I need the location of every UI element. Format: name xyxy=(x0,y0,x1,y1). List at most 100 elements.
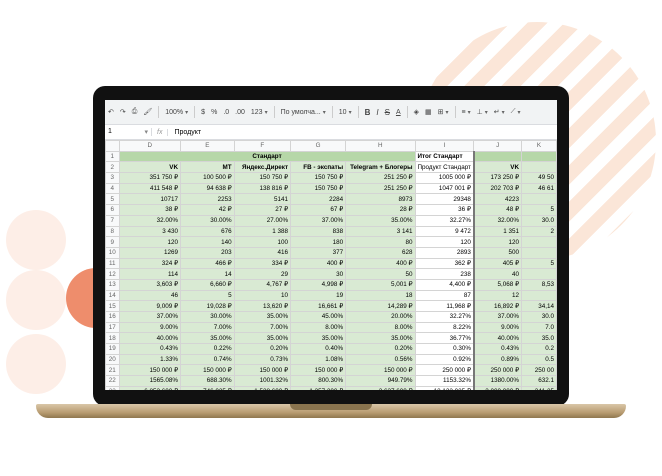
cell[interactable]: 250 00 xyxy=(521,364,557,377)
cell[interactable]: 746,025 ₽ xyxy=(180,385,235,390)
cell[interactable]: 8973 xyxy=(345,193,416,206)
cell[interactable]: 28 ₽ xyxy=(345,204,416,216)
cell[interactable]: 35.00% xyxy=(290,332,347,345)
cell[interactable] xyxy=(521,161,557,174)
column-header[interactable]: E xyxy=(180,140,235,152)
row-number[interactable]: 19 xyxy=(105,343,120,355)
cell[interactable]: 3,000,000 ₽ xyxy=(473,385,523,390)
cell[interactable]: 3 430 xyxy=(118,225,182,238)
cell[interactable]: 1269 xyxy=(118,246,182,259)
cell[interactable]: 120 xyxy=(118,236,182,248)
cell[interactable]: 120 xyxy=(414,236,475,248)
column-header[interactable]: F xyxy=(233,140,292,152)
cell[interactable]: 8.22% xyxy=(414,321,475,334)
cell[interactable]: 5 xyxy=(180,289,235,302)
undo-icon[interactable]: ↶ xyxy=(105,108,117,116)
cell[interactable]: 688.30% xyxy=(180,375,235,387)
cell[interactable]: 11,968 ₽ xyxy=(414,300,475,312)
cell[interactable]: 628 xyxy=(345,246,416,259)
cell[interactable]: 30 xyxy=(290,268,347,280)
cell[interactable]: 32.00% xyxy=(118,214,182,227)
cell[interactable]: 2284 xyxy=(290,193,347,206)
cell[interactable]: 40 xyxy=(473,268,523,280)
cell[interactable]: 1,528,600 ₽ xyxy=(233,385,292,390)
row-number[interactable]: 2 xyxy=(105,161,120,174)
row-number[interactable]: 5 xyxy=(105,193,120,206)
cell[interactable]: 14,289 ₽ xyxy=(345,300,416,312)
redo-icon[interactable]: ↷ xyxy=(117,108,129,116)
row-number[interactable]: 3 xyxy=(105,172,120,184)
row-number[interactable]: 12 xyxy=(105,268,120,280)
cell[interactable]: 632.1 xyxy=(521,375,557,387)
row-number[interactable]: 22 xyxy=(105,375,120,387)
cell[interactable]: 9.00% xyxy=(473,321,523,334)
cell[interactable]: Продукт Стандарт xyxy=(414,161,475,174)
increase-decimal-button[interactable]: .00 xyxy=(232,109,248,116)
row-number[interactable]: 17 xyxy=(105,321,120,334)
cell[interactable]: 35.00% xyxy=(345,214,416,227)
cell[interactable]: MT xyxy=(180,161,235,174)
cell[interactable]: 27 ₽ xyxy=(233,204,292,216)
cell[interactable] xyxy=(521,246,557,259)
cell[interactable]: 20.00% xyxy=(345,311,416,323)
cell[interactable]: 416 xyxy=(233,246,292,259)
cell[interactable]: 1001.32% xyxy=(233,375,292,387)
cell-total-standard[interactable]: Итог Стандарт xyxy=(414,150,475,163)
cell[interactable]: 202 703 ₽ xyxy=(473,182,523,195)
cell[interactable]: 87 xyxy=(414,289,475,302)
cell[interactable]: 400 ₽ xyxy=(345,257,416,270)
cell[interactable]: 40.00% xyxy=(473,332,523,345)
cell[interactable]: 150 000 ₽ xyxy=(290,364,347,377)
cell-reference[interactable]: 1 ▾ xyxy=(105,128,152,136)
row-number[interactable]: 4 xyxy=(105,182,120,195)
cell[interactable]: VK xyxy=(473,161,523,174)
cell[interactable]: 13,122,025 ₽ xyxy=(414,385,475,390)
align-horizontal-icon[interactable]: ≡ xyxy=(459,109,474,116)
cell[interactable]: 251 250 ₽ xyxy=(345,182,416,195)
cell[interactable] xyxy=(521,268,557,280)
column-header[interactable]: D xyxy=(118,140,182,152)
row-number[interactable]: 7 xyxy=(105,214,120,227)
cell[interactable]: 14 xyxy=(180,268,235,280)
cell[interactable]: 377 xyxy=(290,246,347,259)
cell[interactable]: 150 000 ₽ xyxy=(233,364,292,377)
row-number[interactable]: 1 xyxy=(105,150,120,163)
cell[interactable]: 500 xyxy=(473,246,523,259)
row-number[interactable]: 6 xyxy=(105,204,120,216)
strikethrough-button[interactable]: S xyxy=(382,108,393,117)
cell[interactable]: 150 000 ₽ xyxy=(345,364,416,377)
font-select[interactable]: По умолча... xyxy=(278,109,329,116)
text-wrap-icon[interactable]: ↵ xyxy=(491,108,508,116)
formula-input[interactable]: Продукт xyxy=(168,129,201,136)
cell[interactable] xyxy=(521,289,557,302)
row-number[interactable]: 23 xyxy=(105,385,120,390)
cell[interactable]: 32.27% xyxy=(414,311,475,323)
print-icon[interactable]: ⎙ xyxy=(129,108,141,116)
decrease-decimal-button[interactable]: .0 xyxy=(220,109,232,116)
cell[interactable]: 0.2 xyxy=(521,343,557,355)
cell[interactable]: 45.00% xyxy=(290,311,347,323)
row-number[interactable]: 21 xyxy=(105,364,120,377)
cell[interactable]: 120 xyxy=(473,236,523,248)
cell[interactable]: 37.00% xyxy=(473,311,523,323)
cell[interactable]: 94 638 ₽ xyxy=(180,182,235,195)
cell[interactable]: 238 xyxy=(414,268,475,280)
zoom-select[interactable]: 100% xyxy=(162,109,191,116)
cell[interactable]: 1,357,200 ₽ xyxy=(290,385,347,390)
cell[interactable]: 0.74% xyxy=(180,353,235,366)
borders-icon[interactable]: ▦ xyxy=(422,108,435,116)
row-number[interactable]: 9 xyxy=(105,236,120,248)
cell[interactable]: 35.00% xyxy=(180,332,235,345)
cell[interactable]: 1565.08% xyxy=(118,375,182,387)
cell[interactable]: FB - экспаты xyxy=(290,161,347,174)
cell[interactable]: 27.00% xyxy=(233,214,292,227)
text-rotation-icon[interactable]: ⟋ xyxy=(508,108,524,116)
merge-cells-icon[interactable]: ⊞ xyxy=(435,108,452,116)
cell[interactable]: 1 388 xyxy=(233,225,292,238)
cell[interactable]: Яндекс.Директ xyxy=(233,161,292,174)
cell[interactable]: VK xyxy=(118,161,182,174)
cell[interactable]: 37.00% xyxy=(290,214,347,227)
cell[interactable]: 1.33% xyxy=(118,353,182,366)
cell[interactable]: 49 50 xyxy=(521,172,557,184)
cell[interactable]: 3,603 ₽ xyxy=(118,278,182,291)
